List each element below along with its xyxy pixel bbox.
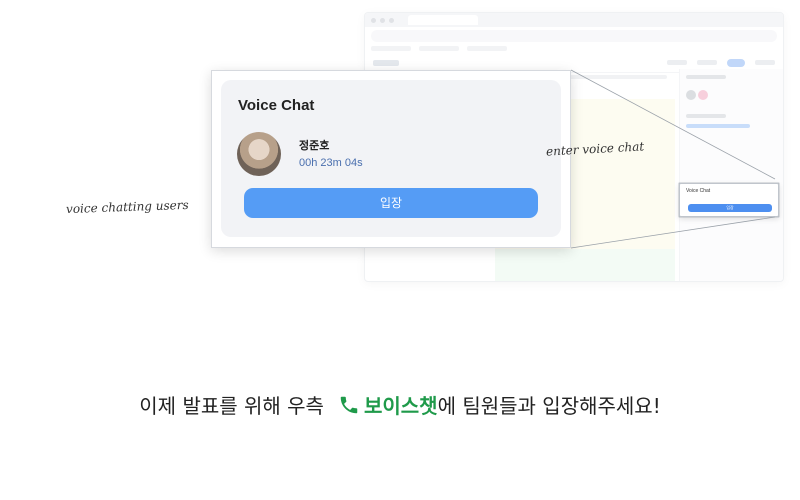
enter-voice-chat-button[interactable]: 입장 xyxy=(244,188,538,218)
browser-tab xyxy=(408,15,478,25)
bookmark xyxy=(419,46,459,51)
voice-chat-zoom-frame: Voice Chat 정준호 00h 23m 04s 입장 xyxy=(211,70,571,248)
avatar xyxy=(237,132,281,176)
mini-voice-chat-panel: Voice Chat 입장 xyxy=(679,183,779,217)
caption-text-before: 이제 발표를 위해 우측 xyxy=(139,394,324,418)
nav-item-active xyxy=(727,58,745,67)
bookmark xyxy=(371,46,411,51)
window-dot xyxy=(380,17,385,23)
app-logo xyxy=(373,59,399,66)
mini-enter-button[interactable]: 입장 xyxy=(688,204,772,212)
mini-voice-chat-title: Voice Chat xyxy=(686,188,711,194)
caption-text-after: 에 팀원들과 입장해주세요! xyxy=(437,394,661,418)
green-board xyxy=(495,249,675,281)
progress-bar xyxy=(686,124,750,128)
voice-chat-card: Voice Chat 정준호 00h 23m 04s 입장 xyxy=(221,80,561,237)
collaborator-avatar xyxy=(686,90,696,100)
nav-item xyxy=(755,60,775,65)
window-dot xyxy=(389,17,394,23)
nav-item xyxy=(667,60,687,65)
collaborator-avatar xyxy=(698,90,708,100)
caption-highlight-voice-chat: 보이스챗 xyxy=(363,394,438,418)
bookmark xyxy=(467,46,507,51)
voice-chat-title: Voice Chat xyxy=(238,97,315,114)
annotation-voice-chatting-users: voice chatting users xyxy=(65,197,189,217)
instruction-caption: 이제 발표를 위해 우측 보이스챗 에 팀원들과 입장해주세요! xyxy=(0,390,800,419)
bookmarks-bar xyxy=(371,45,777,53)
browser-tabbar xyxy=(365,13,783,27)
browser-url-bar xyxy=(371,30,777,42)
voice-chat-user-name: 정준호 xyxy=(299,139,330,152)
voice-chat-elapsed-time: 00h 23m 04s xyxy=(299,157,363,169)
window-dot xyxy=(371,17,376,23)
app-sidebar xyxy=(679,69,783,281)
phone-icon xyxy=(340,396,358,413)
sidebar-title xyxy=(686,75,726,79)
nav-item xyxy=(697,60,717,65)
sidebar-title xyxy=(686,114,726,118)
